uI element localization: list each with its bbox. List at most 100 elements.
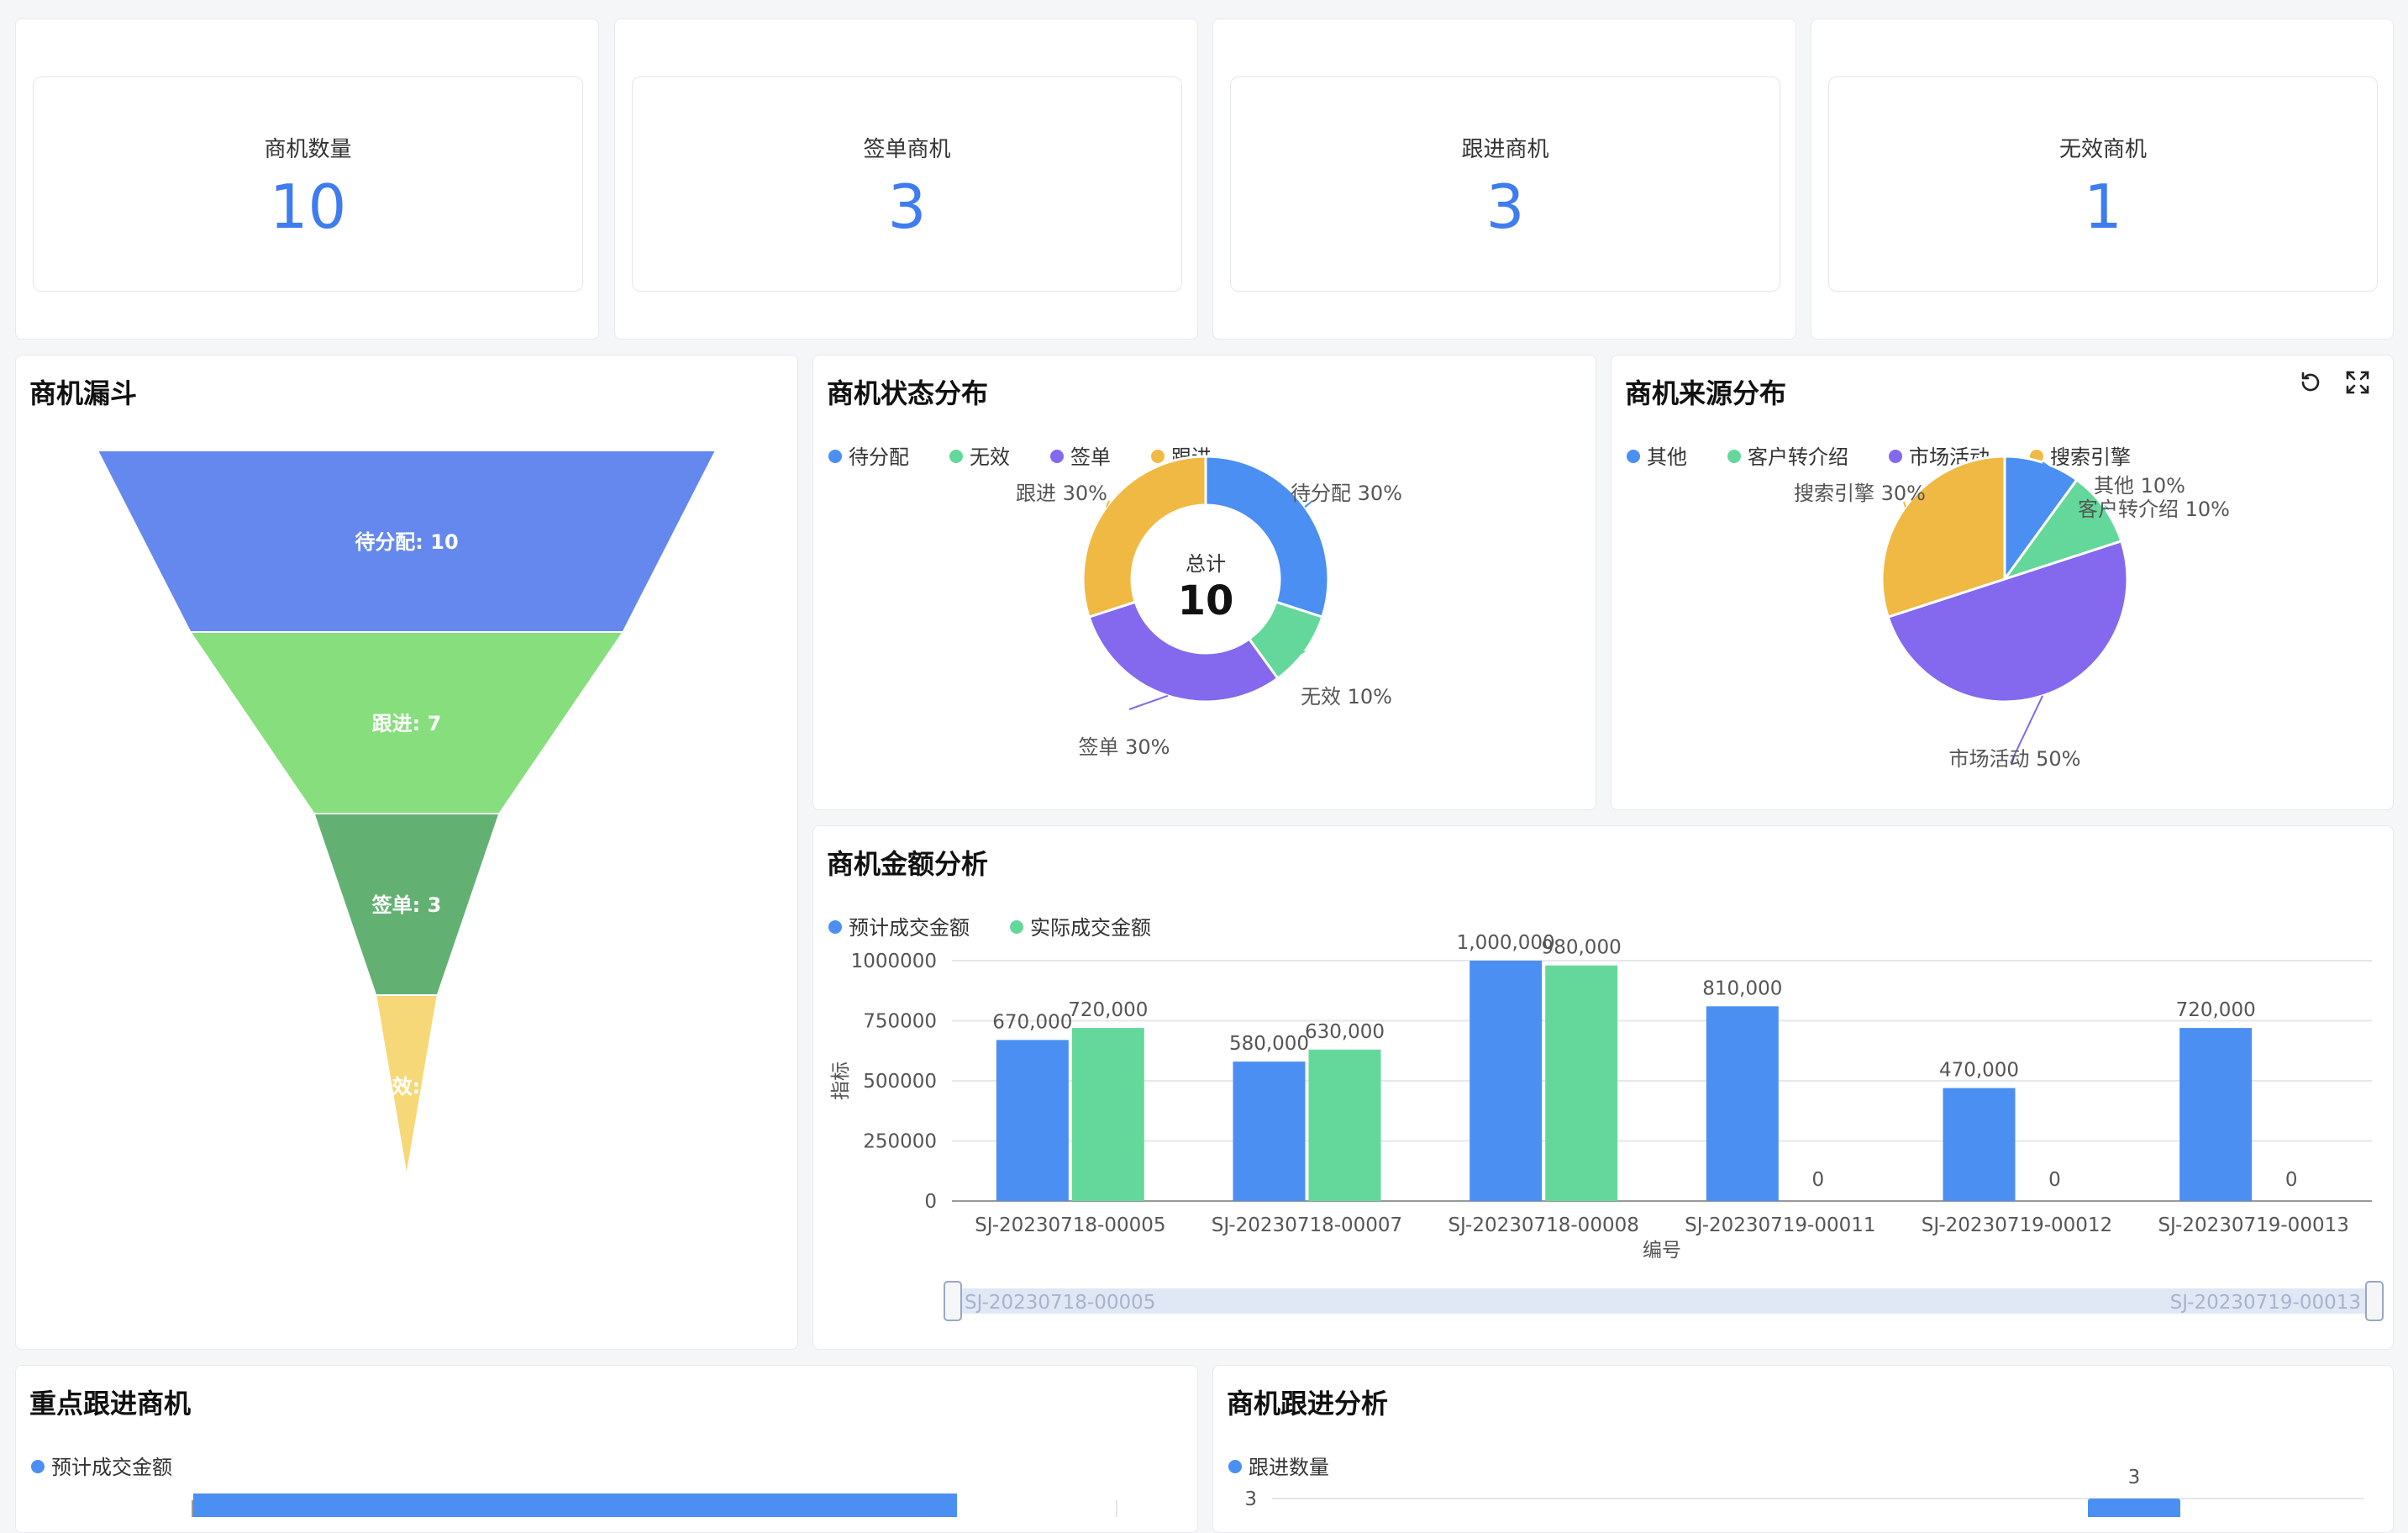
legend-dot[interactable]	[1627, 450, 1640, 463]
funnel-label: 无效: 1	[372, 1075, 442, 1098]
legend-dot[interactable]	[1050, 450, 1064, 463]
donut-center-value: 10	[1178, 577, 1234, 624]
legend-item[interactable]: 签单	[1070, 445, 1111, 469]
legend-item[interactable]: 预计成交金额	[849, 916, 970, 940]
followup-chart: 跟进数量 3 3	[1228, 1456, 2364, 1517]
status-chart: 待分配无效签单跟进待分配 30%无效 10%签单 30%跟进 30%总计10	[828, 445, 1402, 759]
legend-item[interactable]: 无效	[970, 445, 1010, 469]
kpi-card-following: 跟进商机 3	[1212, 18, 1796, 340]
kpi-value: 10	[269, 171, 347, 242]
zoom-end-label: SJ-20230719-00013	[2170, 1292, 2361, 1314]
bar[interactable]	[1545, 965, 1618, 1201]
bar[interactable]	[2179, 1028, 2253, 1201]
pie-label: 无效 10%	[1301, 685, 1392, 709]
kpi-label: 商机数量	[264, 137, 352, 162]
legend-item[interactable]: 预计成交金额	[51, 1456, 172, 1479]
bar[interactable]	[1233, 1062, 1306, 1201]
fullscreen-icon[interactable]	[2342, 367, 2373, 398]
x-tick-label: SJ-20230718-00008	[1448, 1214, 1638, 1236]
y-tick-label: 0	[924, 1191, 937, 1213]
legend-item[interactable]: 客户转介绍	[1748, 445, 1848, 469]
kpi-label: 签单商机	[863, 137, 951, 162]
funnel-label: 签单: 3	[371, 893, 442, 917]
key-chart: 预计成交金额	[31, 1456, 1117, 1517]
y-tick-label: 500000	[863, 1071, 937, 1093]
x-tick-label: SJ-20230719-00012	[1922, 1214, 2112, 1236]
donut-center-label: 总计	[1186, 552, 1226, 576]
legend-dot[interactable]	[1228, 1460, 1242, 1473]
y-tick-label: 1000000	[851, 951, 937, 972]
legend-dot[interactable]	[828, 920, 842, 934]
kpi-value: 3	[1485, 171, 1525, 242]
bar-data-label: 1,000,000	[1457, 932, 1555, 954]
pie-label: 其他 10%	[2094, 474, 2185, 498]
bar[interactable]	[996, 1040, 1069, 1201]
legend-dot[interactable]	[1727, 450, 1741, 463]
y-tick-label: 750000	[863, 1011, 937, 1033]
legend-dot[interactable]	[828, 450, 842, 463]
bar-data-label: 0	[2048, 1169, 2061, 1191]
bar-data-label: 980,000	[1542, 937, 1622, 959]
bar-data-label: 0	[1812, 1169, 1825, 1191]
funnel-label: 跟进: 7	[372, 712, 442, 735]
source-panel: 商机来源分布 其他 客户转介绍 市场活动 搜索引擎 其他 10% 客户转介绍 10% 市场活…	[1611, 355, 2394, 810]
amount-panel: 商机金额分析 预计成交金额 实际成交金额 0 250000 500000 750000 10…	[812, 825, 2394, 1350]
pie-label: 待分配 30%	[1291, 482, 1402, 505]
x-axis-label: 编号	[1643, 1240, 1681, 1262]
amount-chart: 预计成交金额 实际成交金额 0 250000 500000 750000 1000000 指标…	[828, 916, 2384, 1321]
x-tick-label: SJ-20230718-00005	[975, 1214, 1165, 1236]
funnel-chart: 待分配: 10 跟进: 7 签单: 3 无效: 1	[96, 450, 718, 1177]
x-tick-label: SJ-20230718-00007	[1212, 1214, 1402, 1236]
bar[interactable]	[1071, 1028, 1144, 1201]
legend-dot[interactable]	[1151, 450, 1165, 463]
y-tick-label: 250000	[863, 1131, 937, 1153]
bar-data-label: 580,000	[1229, 1033, 1309, 1055]
x-tick-label: SJ-20230719-00013	[2158, 1214, 2348, 1236]
bar-data-label: 720,000	[1068, 999, 1148, 1021]
bar[interactable]	[2088, 1499, 2180, 1517]
pie-label: 市场活动 50%	[1949, 747, 2081, 771]
legend-item[interactable]: 跟进数量	[1249, 1456, 1329, 1479]
legend-dot[interactable]	[1889, 450, 1902, 463]
legend-item[interactable]: 搜索引擎	[2050, 445, 2131, 469]
legend-dot[interactable]	[31, 1460, 45, 1473]
funnel-label: 待分配: 10	[355, 530, 458, 554]
pie-label: 跟进 30%	[1016, 482, 1107, 505]
bar[interactable]	[1308, 1049, 1381, 1201]
funnel-panel: 商机漏斗 待分配: 10 跟进: 7 签单: 3 无效: 1	[15, 355, 798, 1350]
legend-dot[interactable]	[949, 450, 963, 463]
kpi-label: 无效商机	[2058, 137, 2147, 162]
zoom-slider-track[interactable]	[953, 1288, 2374, 1314]
kpi-card-total: 商机数量 10	[15, 18, 599, 340]
kpi-label: 跟进商机	[1461, 137, 1549, 162]
zoom-handle-left[interactable]	[944, 1281, 962, 1321]
source-chart: 其他 客户转介绍 市场活动 搜索引擎其他 10%客户转介绍 10%市场活动 50%搜索…	[1627, 445, 2230, 771]
kpi-card-invalid: 无效商机 1	[1811, 18, 2394, 340]
bar-data-label: 630,000	[1305, 1021, 1385, 1043]
followup-panel: 商机跟进分析 跟进数量 3 3	[1212, 1365, 2394, 1533]
bar[interactable]	[1470, 961, 1543, 1201]
bar-data-label: 670,000	[992, 1011, 1072, 1033]
bar-data-label: 720,000	[2176, 999, 2256, 1021]
legend-item[interactable]: 待分配	[849, 445, 909, 469]
bar[interactable]	[1943, 1088, 2016, 1201]
y-axis-label: 指标	[830, 1062, 852, 1100]
y-tick-label: 3	[1244, 1488, 1257, 1510]
key-panel: 重点跟进商机 预计成交金额	[15, 1365, 1198, 1533]
legend-item[interactable]: 其他	[1647, 445, 1687, 469]
bar[interactable]	[193, 1493, 957, 1517]
zoom-start-label: SJ-20230718-00005	[965, 1292, 1155, 1314]
bar-data-label: 810,000	[1702, 977, 1782, 999]
pie-label: 签单 30%	[1079, 735, 1170, 759]
bar[interactable]	[1706, 1006, 1779, 1201]
refresh-icon[interactable]	[2295, 367, 2326, 398]
zoom-handle-right[interactable]	[2365, 1281, 2384, 1321]
pie-leader-line	[1128, 694, 1169, 710]
panel-title: 商机漏斗	[29, 377, 138, 409]
legend-item[interactable]: 实际成交金额	[1030, 916, 1151, 940]
bar-data-label: 3	[2128, 1467, 2141, 1488]
legend-dot[interactable]	[1010, 920, 1023, 934]
pie-label: 搜索引擎 30%	[1794, 482, 1926, 505]
pie-label: 客户转介绍 10%	[2078, 498, 2230, 521]
kpi-value: 3	[887, 171, 927, 242]
